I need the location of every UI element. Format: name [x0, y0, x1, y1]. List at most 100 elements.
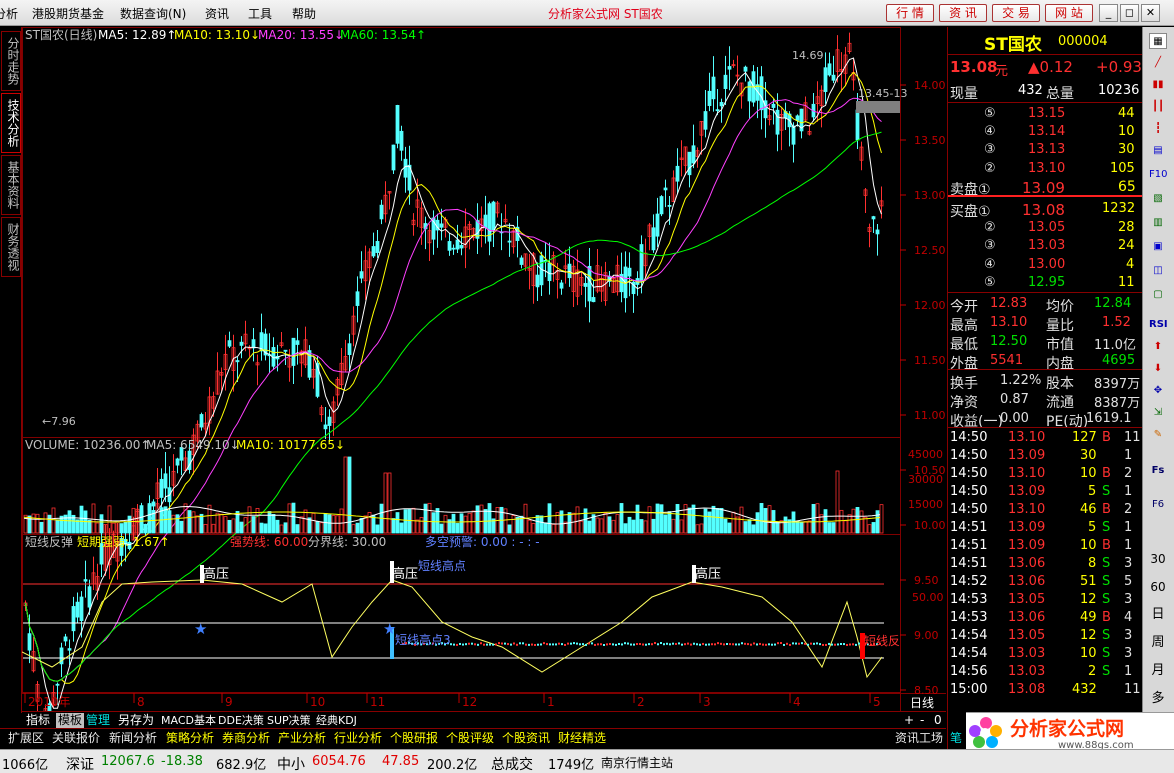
f10-icon[interactable]: F10 [1149, 167, 1167, 183]
server-station[interactable]: 南京行情主站 [601, 754, 673, 771]
tab-strategy[interactable]: 策略分析 [166, 730, 214, 746]
tab-finance-picks[interactable]: 财经精选 [558, 730, 606, 746]
chart-area[interactable]: ST国农(日线) MA5: 12.89↑ MA10: 13.10↓ MA20: … [21, 27, 946, 759]
tab-news-analysis[interactable]: 新闻分析 [109, 730, 157, 746]
news-button[interactable]: 资 讯 [939, 4, 987, 22]
order-row[interactable]: 14:54 13.05 12 S 3 [948, 626, 1142, 645]
tab-intraday[interactable]: 分时走势 [1, 31, 21, 91]
down-arrow-icon[interactable]: ⬇ [1149, 361, 1167, 377]
order-row[interactable]: ⑤ 12.95 11 [948, 273, 1142, 292]
order-row[interactable]: 卖盘① 13.09 65 [948, 177, 1142, 198]
order-row[interactable]: 净资 0.87 流通 8387万 [948, 390, 1142, 411]
tab-manage[interactable]: 管理 [86, 713, 110, 728]
restore-button[interactable]: ◻ [1120, 4, 1139, 22]
zoom-in-button[interactable]: + [904, 713, 914, 728]
indicator-icon[interactable]: ▧ [1149, 191, 1167, 207]
tab-stock-research[interactable]: 个股研报 [390, 730, 438, 746]
menu-item-help[interactable]: 帮助 [292, 5, 316, 22]
order-row[interactable]: 最低 12.50 市值 11.0亿 [948, 332, 1142, 353]
order-row[interactable]: 14:51 13.09 10 B 1 [948, 536, 1142, 555]
order-row[interactable]: ③ 13.13 30 [948, 140, 1142, 159]
tab-sector[interactable]: 行业分析 [334, 730, 382, 746]
bar-chart-icon[interactable]: ▮▮ [1149, 77, 1167, 93]
close-button[interactable]: ✕ [1141, 4, 1160, 22]
table-icon[interactable]: ▤ [1149, 143, 1167, 159]
30min-button[interactable]: 30 [1149, 551, 1167, 567]
monthly-button[interactable]: 月 [1149, 663, 1167, 679]
order-row[interactable]: 14:50 13.10 127 B 11 [948, 428, 1142, 447]
quote-button[interactable]: 行 情 [886, 4, 934, 22]
tab-template[interactable]: 模板 [56, 713, 85, 728]
tab-technical[interactable]: 技术分析 [1, 93, 21, 153]
rsi-button[interactable]: RSI [1149, 317, 1168, 333]
zoom-out-button[interactable]: - [920, 713, 924, 728]
order-row[interactable]: 14:51 13.09 5 S 1 [948, 518, 1142, 537]
tab-dde[interactable]: DDE决策 [218, 713, 264, 728]
line-chart-icon[interactable]: ╱ [1149, 55, 1167, 71]
order-row[interactable]: ④ 13.14 10 [948, 122, 1142, 141]
weekly-button[interactable]: 周 [1149, 635, 1167, 651]
news-workshop-link[interactable]: 资讯工场 [895, 730, 943, 746]
grid-icon[interactable]: ▦ [1149, 33, 1167, 49]
order-row[interactable]: 15:00 13.08 432 11 [948, 680, 1142, 699]
order-row[interactable]: ⑤ 13.15 44 [948, 104, 1142, 123]
window-icon[interactable]: ▣ [1149, 239, 1167, 255]
order-row[interactable]: 买盘① 13.08 1232 [948, 199, 1142, 220]
f6-button[interactable]: F6 [1149, 497, 1167, 513]
tab-save-as[interactable]: 另存为 [118, 713, 154, 728]
order-row[interactable]: 今开 12.83 均价 12.84 [948, 294, 1142, 315]
kline-icon[interactable]: ┇ [1149, 121, 1167, 137]
order-row[interactable]: 14:50 13.10 46 B 2 [948, 500, 1142, 519]
move-icon[interactable]: ✥ [1149, 383, 1167, 399]
tab-stock-rating[interactable]: 个股评级 [446, 730, 494, 746]
daily-button[interactable]: 日 [1149, 607, 1167, 623]
60min-button[interactable]: 60 [1149, 579, 1167, 595]
order-row[interactable]: 14:54 13.03 10 S 3 [948, 644, 1142, 663]
candle-icon[interactable]: ┃┃ [1149, 99, 1167, 115]
order-row[interactable]: 换手 1.22% 股本 8397万 [948, 371, 1142, 392]
tab-sup[interactable]: SUP决策 [267, 713, 311, 728]
tab-kdj[interactable]: 经典KDJ [316, 713, 357, 728]
order-row[interactable]: 14:52 13.06 51 S 5 [948, 572, 1142, 591]
monitor-icon[interactable]: ▢ [1149, 287, 1167, 303]
order-row[interactable]: 收益(一) 0.00 PE(动) 1619.1 [948, 409, 1142, 430]
tab-indicator[interactable]: 指标 [26, 713, 50, 728]
menu-item-news[interactable]: 资讯 [205, 5, 229, 22]
up-arrow-icon[interactable]: ⬆ [1149, 339, 1167, 355]
order-row[interactable]: 14:50 13.09 5 S 1 [948, 482, 1142, 501]
tab-stock-news[interactable]: 个股资讯 [502, 730, 550, 746]
tab-broker[interactable]: 券商分析 [222, 730, 270, 746]
tab-extension[interactable]: 扩展区 [8, 730, 44, 746]
order-row[interactable]: ④ 13.00 4 [948, 255, 1142, 274]
menu-item-analysis[interactable]: 分析 [0, 5, 18, 22]
order-row[interactable]: ② 13.10 105 [948, 159, 1142, 178]
order-row[interactable]: 14:50 13.09 30 1 [948, 446, 1142, 465]
order-row[interactable]: 14:56 13.03 2 S 1 [948, 662, 1142, 681]
menu-item-hk-futures[interactable]: 港股期货基金 [32, 5, 104, 22]
order-row[interactable]: 14:53 13.05 12 S 3 [948, 590, 1142, 609]
tab-related-quote[interactable]: 关联报价 [52, 730, 100, 746]
multi-day-button[interactable]: 多 [1149, 691, 1167, 707]
menu-item-data-query[interactable]: 数据查询(N) [120, 5, 186, 22]
layout-icon[interactable]: ◫ [1149, 263, 1167, 279]
trade-button[interactable]: 交 易 [992, 4, 1040, 22]
tab-industry-chain[interactable]: 产业分析 [278, 730, 326, 746]
order-row[interactable]: 外盘 5541 内盘 4695 [948, 351, 1142, 372]
tab-financials[interactable]: 财务透视 [1, 217, 21, 277]
minimize-button[interactable]: _ [1099, 4, 1118, 22]
tab-macd[interactable]: MACD基本 [161, 713, 216, 728]
zoom-reset-button[interactable]: 0 [934, 713, 942, 728]
tab-fundamentals[interactable]: 基本资料 [1, 155, 21, 215]
menu-item-tools[interactable]: 工具 [248, 5, 272, 22]
expand-icon[interactable]: ⇲ [1149, 405, 1167, 421]
website-button[interactable]: 网 站 [1045, 4, 1093, 22]
order-row[interactable]: 14:50 13.10 10 B 2 [948, 464, 1142, 483]
chart-icon[interactable]: ▥ [1149, 215, 1167, 231]
order-row[interactable]: 最高 13.10 量比 1.52 [948, 313, 1142, 334]
pen-button[interactable]: 笔 [950, 730, 962, 746]
order-row[interactable]: ② 13.05 28 [948, 218, 1142, 237]
order-row[interactable]: ③ 13.03 24 [948, 236, 1142, 255]
pen-icon[interactable]: ✎ [1149, 427, 1167, 443]
order-row[interactable]: 14:51 13.06 8 S 3 [948, 554, 1142, 573]
fs-button[interactable]: Fs [1149, 463, 1167, 479]
